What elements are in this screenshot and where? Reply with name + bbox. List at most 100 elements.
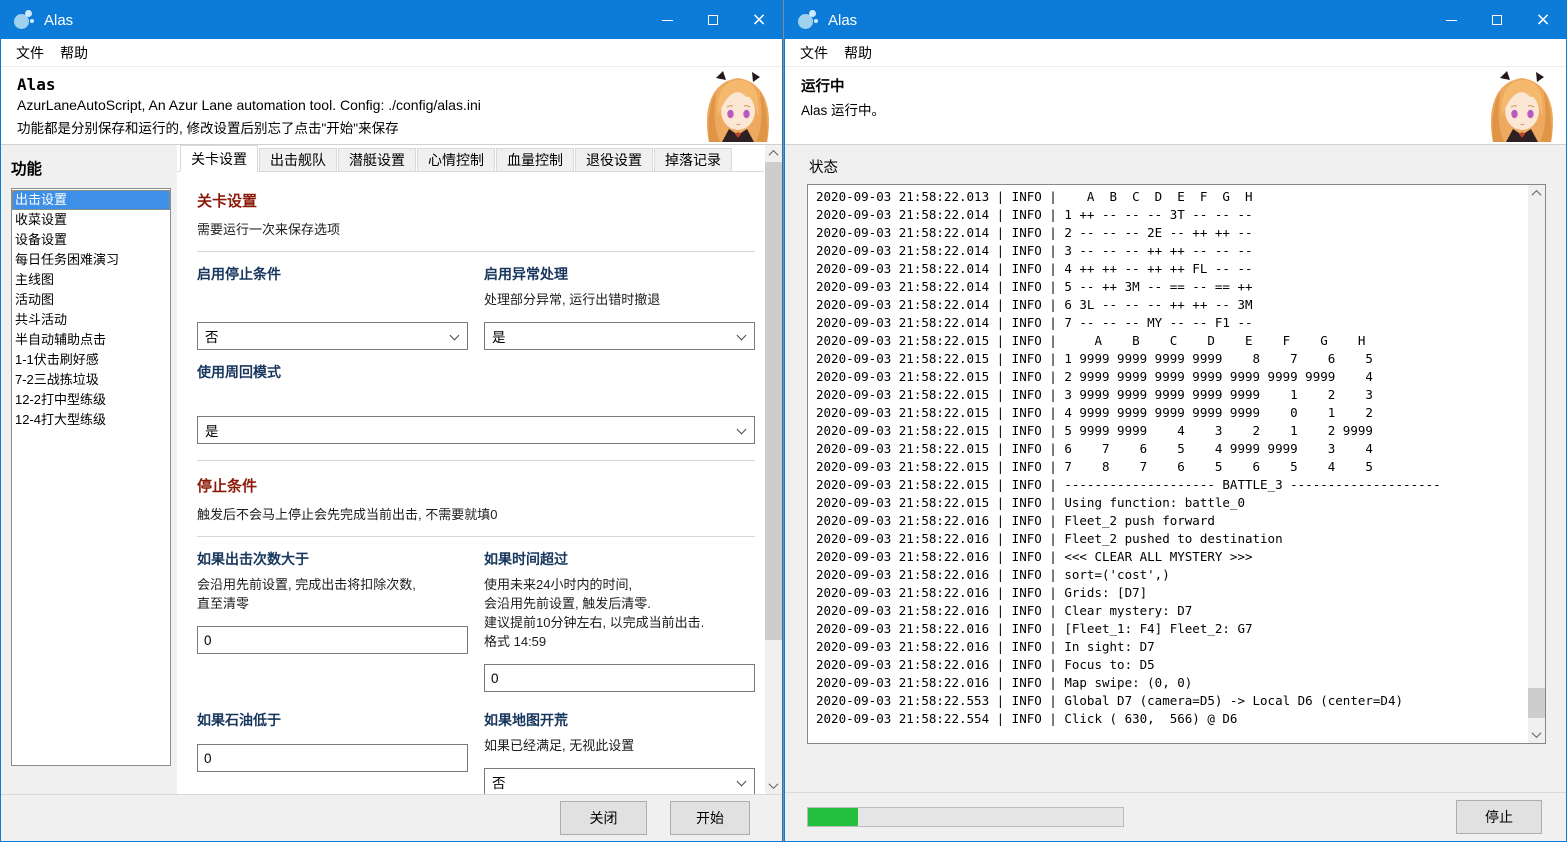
log-level: INFO (1011, 243, 1042, 258)
section-heading-stop: 停止条件 (197, 478, 258, 495)
progress-bar (807, 807, 1124, 827)
log-level: INFO (1011, 603, 1042, 618)
menu-item[interactable]: 文件 (8, 43, 52, 63)
list-item[interactable]: 1-1伏击刷好感 (12, 350, 170, 370)
right-app-header: 运行中 Alas 运行中。 (785, 66, 1566, 145)
log-level: INFO (1011, 693, 1042, 708)
menu-item[interactable]: 帮助 (836, 43, 880, 63)
tab[interactable]: 掉落记录 (654, 148, 732, 171)
log-time: 2020-09-03 21:58:22.016 (816, 531, 990, 546)
minimize-button[interactable] (644, 1, 690, 39)
log-message: Clear mystery: D7 (1064, 603, 1193, 618)
list-item[interactable]: 主线图 (12, 270, 170, 290)
minimize-icon (661, 19, 673, 21)
maximize-button[interactable] (690, 1, 736, 39)
close-button[interactable]: × (736, 1, 782, 39)
right-titlebar[interactable]: Alas × (785, 1, 1566, 39)
tab[interactable]: 关卡设置 (180, 145, 258, 172)
sidebar: 功能 出击设置 收菜设置 设备设置 每日任务困难演习 主线图 活动图 共斗活动 半自动辅助点击… (1, 145, 177, 794)
log-separator: | (1041, 261, 1065, 276)
left-titlebar[interactable]: Alas × (1, 1, 782, 39)
log-level: INFO (1011, 207, 1042, 222)
log-message: 2 9999 9999 9999 9999 9999 9999 9999 4 (1064, 369, 1373, 384)
list-item[interactable]: 共斗活动 (12, 310, 170, 330)
tab[interactable]: 潜艇设置 (338, 148, 416, 171)
log-separator: | (1041, 531, 1065, 546)
log-line: 2020-09-03 21:58:22.014 | INFO | 7 -- --… (816, 314, 1523, 332)
log-separator: | (1041, 189, 1065, 204)
log-level: INFO (1011, 351, 1042, 366)
log-line: 2020-09-03 21:58:22.014 | INFO | 4 ++ ++… (816, 260, 1523, 278)
scrollbar-thumb[interactable] (1528, 688, 1545, 718)
stop-button[interactable]: 停止 (1456, 800, 1542, 834)
log-scrollbar[interactable] (1528, 185, 1545, 743)
log-separator: | (989, 351, 1012, 366)
log-separator: | (989, 243, 1012, 258)
function-listbox[interactable]: 出击设置 收菜设置 设备设置 每日任务困难演习 主线图 活动图 共斗活动 半自动辅助点击 1-1… (11, 188, 171, 766)
log-time: 2020-09-03 21:58:22.014 (816, 207, 990, 222)
loop-mode-select[interactable]: 是 (197, 416, 755, 444)
form-scrollbar[interactable] (765, 145, 782, 794)
tab[interactable]: 血量控制 (496, 148, 574, 171)
list-item[interactable]: 出击设置 (12, 190, 170, 210)
scroll-up-button[interactable] (765, 145, 782, 162)
tab[interactable]: 心情控制 (417, 148, 495, 171)
log-line: 2020-09-03 21:58:22.016 | INFO | Grids: … (816, 584, 1523, 602)
log-line: 2020-09-03 21:58:22.015 | INFO | 1 9999 … (816, 350, 1523, 368)
log-line: 2020-09-03 21:58:22.016 | INFO | <<< CLE… (816, 548, 1523, 566)
log-line: 2020-09-03 21:58:22.014 | INFO | 1 ++ --… (816, 206, 1523, 224)
app-title: Alas (17, 75, 56, 94)
menu-item[interactable]: 帮助 (52, 43, 96, 63)
log-level: INFO (1011, 513, 1042, 528)
log-line: 2020-09-03 21:58:22.014 | INFO | 6 3L --… (816, 296, 1523, 314)
start-button[interactable]: 开始 (670, 801, 750, 835)
log-line: 2020-09-03 21:58:22.016 | INFO | Fleet_2… (816, 512, 1523, 530)
close-button[interactable]: × (1520, 1, 1566, 39)
log-level: INFO (1011, 495, 1042, 510)
log-line: 2020-09-03 21:58:22.015 | INFO | 7 8 7 6… (816, 458, 1523, 476)
log-message: 1 ++ -- -- -- 3T -- -- -- (1064, 207, 1253, 222)
log-line: 2020-09-03 21:58:22.016 | INFO | Map swi… (816, 674, 1523, 692)
if-time-input[interactable] (484, 664, 755, 692)
enable-exception-select[interactable]: 是 (484, 322, 755, 350)
label-if-count: 如果出击次数大于 (197, 551, 309, 567)
scrollbar-thumb[interactable] (765, 162, 782, 640)
scroll-down-button[interactable] (765, 777, 782, 794)
maximize-button[interactable] (1474, 1, 1520, 39)
log-level: INFO (1011, 423, 1042, 438)
log-separator: | (989, 639, 1012, 654)
list-item[interactable]: 12-2打中型练级 (12, 390, 170, 410)
tab[interactable]: 退役设置 (575, 148, 653, 171)
label-enable-exception: 启用异常处理 (484, 266, 568, 282)
log-separator: | (989, 711, 1012, 726)
close-app-button[interactable]: 关闭 (560, 801, 647, 835)
list-item[interactable]: 12-4打大型练级 (12, 410, 170, 430)
log-time: 2020-09-03 21:58:22.553 (816, 693, 990, 708)
chevron-down-icon (736, 424, 747, 435)
log-line: 2020-09-03 21:58:22.553 | INFO | Global … (816, 692, 1523, 710)
if-map-select[interactable]: 否 (484, 768, 755, 794)
log-line: 2020-09-03 21:58:22.015 | INFO | A B C D… (816, 332, 1523, 350)
menu-item[interactable]: 文件 (792, 43, 836, 63)
enable-stop-select[interactable]: 否 (197, 322, 468, 350)
list-item[interactable]: 设备设置 (12, 230, 170, 250)
list-item[interactable]: 7-2三战拣垃圾 (12, 370, 170, 390)
minimize-button[interactable] (1428, 1, 1474, 39)
list-item[interactable]: 半自动辅助点击 (12, 330, 170, 350)
log-line: 2020-09-03 21:58:22.016 | INFO | Focus t… (816, 656, 1523, 674)
label-if-map: 如果地图开荒 (484, 712, 568, 728)
tab[interactable]: 出击舰队 (259, 148, 337, 171)
log-message: 3 -- -- -- ++ ++ -- -- -- (1064, 243, 1253, 258)
log-line: 2020-09-03 21:58:22.015 | INFO | 4 9999 … (816, 404, 1523, 422)
if-count-input[interactable] (197, 626, 468, 654)
left-footer: 关闭 开始 (1, 794, 782, 841)
list-item[interactable]: 收菜设置 (12, 210, 170, 230)
scroll-down-button[interactable] (1528, 726, 1545, 743)
log-separator: | (989, 513, 1012, 528)
if-oil-input[interactable] (197, 744, 468, 772)
scroll-up-button[interactable] (1528, 185, 1545, 202)
log-separator: | (989, 477, 1012, 492)
list-item[interactable]: 每日任务困难演习 (12, 250, 170, 270)
app-logo-icon (13, 9, 35, 31)
list-item[interactable]: 活动图 (12, 290, 170, 310)
